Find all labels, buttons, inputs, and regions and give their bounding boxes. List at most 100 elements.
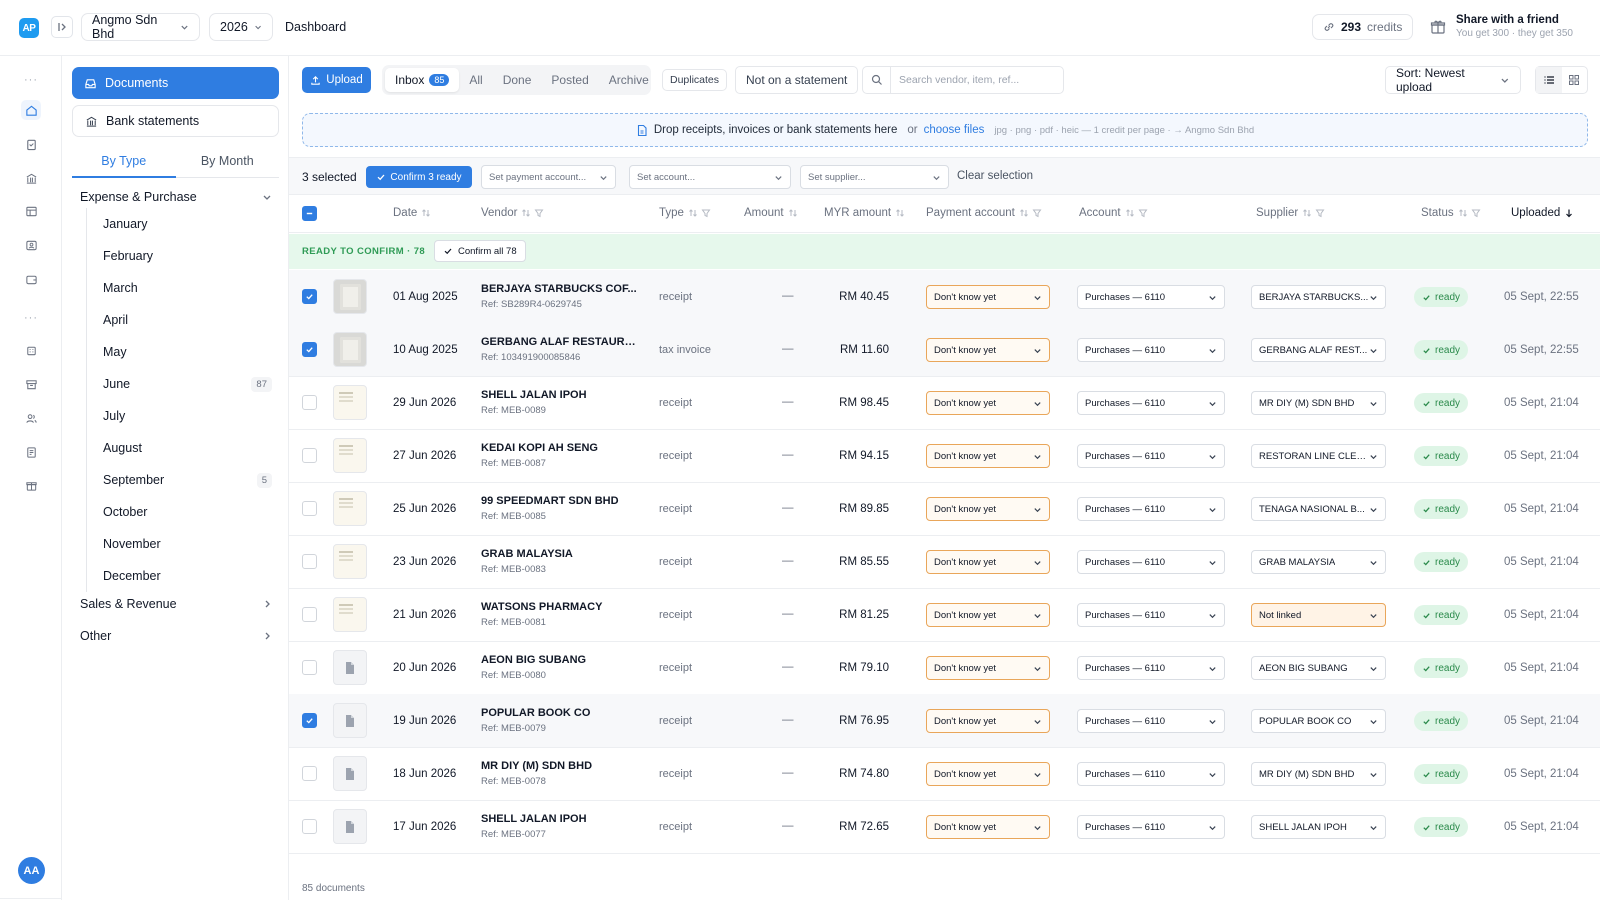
account-select[interactable]: Purchases — 6110 [1077, 285, 1225, 309]
home-icon[interactable] [21, 100, 41, 120]
payment-account-select[interactable]: Don't know yet [926, 497, 1050, 521]
group-expense-purchase[interactable]: Expense & Purchase [80, 190, 272, 204]
set-account-select[interactable]: Set account... [629, 165, 791, 189]
duplicates-button[interactable]: Duplicates [662, 69, 728, 91]
column-amount[interactable]: Amount [744, 207, 798, 219]
column-payment-account[interactable]: Payment account [926, 207, 1042, 219]
group-sales-revenue[interactable]: Sales & Revenue [80, 597, 272, 611]
payment-account-select[interactable]: Don't know yet [926, 444, 1050, 468]
row-checkbox[interactable] [302, 607, 317, 622]
row-vendor[interactable]: POPULAR BOOK CO [481, 707, 641, 719]
choose-files-link[interactable]: choose files [924, 124, 985, 136]
tab-done[interactable]: Done [493, 68, 542, 92]
row-vendor[interactable]: AEON BIG SUBANG [481, 654, 641, 666]
table-row[interactable]: 25 Jun 2026 99 SPEEDMART SDN BHD Ref: MEB-… [289, 482, 1600, 536]
account-select[interactable]: Purchases — 6110 [1077, 709, 1225, 733]
row-vendor[interactable]: BERJAYA STARBUCKS COF... [481, 283, 641, 295]
supplier-select[interactable]: GRAB MALAYSIA [1251, 550, 1386, 574]
payment-account-select[interactable]: Don't know yet [926, 391, 1050, 415]
account-select[interactable]: Purchases — 6110 [1077, 762, 1225, 786]
document-thumbnail[interactable] [333, 703, 367, 738]
payment-account-select[interactable]: Don't know yet [926, 285, 1050, 309]
table-row[interactable]: 27 Jun 2026 KEDAI KOPI AH SENG Ref: MEB-00… [289, 429, 1600, 483]
table-row[interactable]: 01 Aug 2025 BERJAYA STARBUCKS COF... Ref: … [289, 270, 1600, 324]
table-row[interactable]: 21 Jun 2026 WATSONS PHARMACY Ref: MEB-0081… [289, 588, 1600, 642]
row-checkbox[interactable] [302, 819, 317, 834]
document-thumbnail[interactable] [333, 809, 367, 844]
share-with-friend[interactable]: Share with a friend You get 300 · they g… [1430, 14, 1573, 39]
set-supplier-select[interactable]: Set supplier... [800, 165, 949, 189]
payment-account-select[interactable]: Don't know yet [926, 815, 1050, 839]
tab-archive[interactable]: Archive [599, 68, 659, 92]
table-row[interactable]: 29 Jun 2026 SHELL JALAN IPOH Ref: MEB-0089… [289, 376, 1600, 430]
account-select[interactable]: Purchases — 6110 [1077, 497, 1225, 521]
column-myr-amount[interactable]: MYR amount [824, 207, 905, 219]
document-thumbnail[interactable] [333, 756, 367, 791]
column-account[interactable]: Account [1079, 207, 1148, 219]
nav-documents[interactable]: Documents [72, 67, 279, 99]
select-all-checkbox[interactable] [302, 206, 317, 221]
collapse-sidebar-button[interactable] [51, 16, 73, 38]
account-select[interactable]: Purchases — 6110 [1077, 603, 1225, 627]
users-icon[interactable] [21, 408, 41, 428]
table-row[interactable]: 10 Aug 2025 GERBANG ALAF RESTAURA... Ref: … [289, 323, 1600, 377]
company-selector[interactable]: Angmo Sdn Bhd [81, 13, 200, 41]
archive-icon[interactable] [21, 374, 41, 394]
row-checkbox[interactable] [302, 554, 317, 569]
month-item-october[interactable]: October [87, 496, 276, 528]
confirm-selected-button[interactable]: Confirm 3 ready [366, 166, 472, 188]
set-payment-account-select[interactable]: Set payment account... [481, 165, 616, 189]
document-thumbnail[interactable] [333, 544, 367, 579]
nav-bank-statements[interactable]: Bank statements [72, 105, 279, 137]
payment-account-select[interactable]: Don't know yet [926, 338, 1050, 362]
supplier-select[interactable]: TENAGA NASIONAL B... [1251, 497, 1386, 521]
app-logo[interactable]: AP [19, 18, 39, 38]
table-row[interactable]: 17 Jun 2026 SHELL JALAN IPOH Ref: MEB-0077… [289, 800, 1600, 854]
month-item-september[interactable]: September 5 [87, 464, 276, 496]
gift-icon[interactable] [21, 475, 41, 495]
column-vendor[interactable]: Vendor [481, 207, 544, 219]
document-thumbnail[interactable] [333, 650, 367, 685]
account-select[interactable]: Purchases — 6110 [1077, 338, 1225, 362]
tab-all[interactable]: All [459, 68, 492, 92]
row-checkbox[interactable] [302, 766, 317, 781]
upload-dropzone[interactable]: Drop receipts, invoices or bank statemen… [302, 113, 1588, 147]
payment-account-select[interactable]: Don't know yet [926, 603, 1050, 627]
user-avatar[interactable]: AA [18, 857, 45, 884]
grid-view-icon[interactable] [1562, 67, 1588, 93]
account-select[interactable]: Purchases — 6110 [1077, 815, 1225, 839]
row-checkbox[interactable] [302, 713, 317, 728]
supplier-select[interactable]: AEON BIG SUBANG [1251, 656, 1386, 680]
supplier-select[interactable]: MR DIY (M) SDN BHD [1251, 391, 1386, 415]
document-thumbnail[interactable] [333, 385, 367, 420]
contact-card-icon[interactable] [21, 235, 41, 255]
search-input[interactable] [891, 74, 1061, 86]
confirm-all-button[interactable]: Confirm all 78 [434, 240, 526, 262]
document-thumbnail[interactable] [333, 597, 367, 632]
row-vendor[interactable]: GRAB MALAYSIA [481, 548, 641, 560]
column-date[interactable]: Date [393, 207, 431, 219]
month-item-january[interactable]: January [87, 208, 276, 240]
month-item-june[interactable]: June 87 [87, 368, 276, 400]
month-item-december[interactable]: December [87, 560, 276, 592]
payment-account-select[interactable]: Don't know yet [926, 550, 1050, 574]
tab-by-type[interactable]: By Type [72, 146, 176, 178]
not-on-statement-button[interactable]: Not on a statement [735, 66, 859, 94]
clipboard-icon[interactable] [21, 134, 41, 154]
column-type[interactable]: Type [659, 207, 711, 219]
table-icon[interactable] [21, 201, 41, 221]
breadcrumb[interactable]: Dashboard [285, 20, 346, 34]
bank-icon[interactable] [21, 168, 41, 188]
clear-selection-button[interactable]: Clear selection [957, 170, 1033, 182]
table-row[interactable]: 18 Jun 2026 MR DIY (M) SDN BHD Ref: MEB-00… [289, 747, 1600, 801]
month-item-july[interactable]: July [87, 400, 276, 432]
row-checkbox[interactable] [302, 501, 317, 516]
row-checkbox[interactable] [302, 448, 317, 463]
month-item-april[interactable]: April [87, 304, 276, 336]
month-item-march[interactable]: March [87, 272, 276, 304]
credits-badge[interactable]: 293 credits [1312, 14, 1414, 40]
document-thumbnail[interactable] [333, 438, 367, 473]
invoice-icon[interactable] [21, 442, 41, 462]
payment-account-select[interactable]: Don't know yet [926, 709, 1050, 733]
table-row[interactable]: 23 Jun 2026 GRAB MALAYSIA Ref: MEB-0083 rec… [289, 535, 1600, 589]
